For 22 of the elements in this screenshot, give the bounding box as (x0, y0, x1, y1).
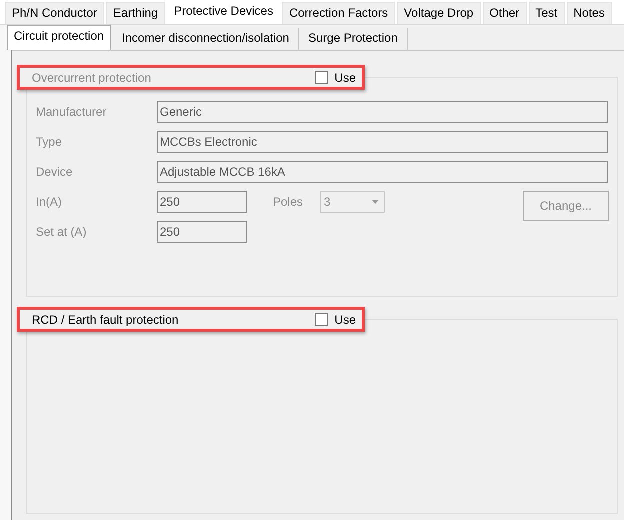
tab[interactable]: Test (528, 2, 565, 24)
checkbox-label: Use (334, 312, 356, 326)
tab[interactable]: Surge Protection (299, 28, 408, 50)
field-label: Type (35, 135, 64, 149)
group-title: Overcurrent protection (32, 70, 152, 84)
field-label: Poles (273, 195, 304, 209)
field-label: Device (35, 165, 74, 179)
checkbox[interactable] (314, 313, 328, 326)
caret-icon (372, 200, 379, 204)
group-title: RCD / Earth fault protection (32, 312, 180, 326)
tab[interactable]: Earthing (106, 2, 166, 24)
tab[interactable]: Other (482, 2, 527, 24)
field-label: Set at (A) (35, 225, 88, 239)
tab[interactable]: Notes (566, 2, 612, 24)
tab[interactable]: Circuit protection (7, 25, 112, 50)
tab[interactable]: Voltage Drop (397, 2, 481, 24)
field-label: Manufacturer (35, 105, 108, 119)
tab[interactable]: Correction Factors (282, 2, 396, 24)
checkbox-label: Use (334, 70, 356, 84)
tab[interactable]: Ph/N Conductor (5, 2, 104, 24)
field-label: In(A) (35, 195, 64, 209)
tab[interactable]: Incomer disconnection/isolation (113, 28, 300, 50)
